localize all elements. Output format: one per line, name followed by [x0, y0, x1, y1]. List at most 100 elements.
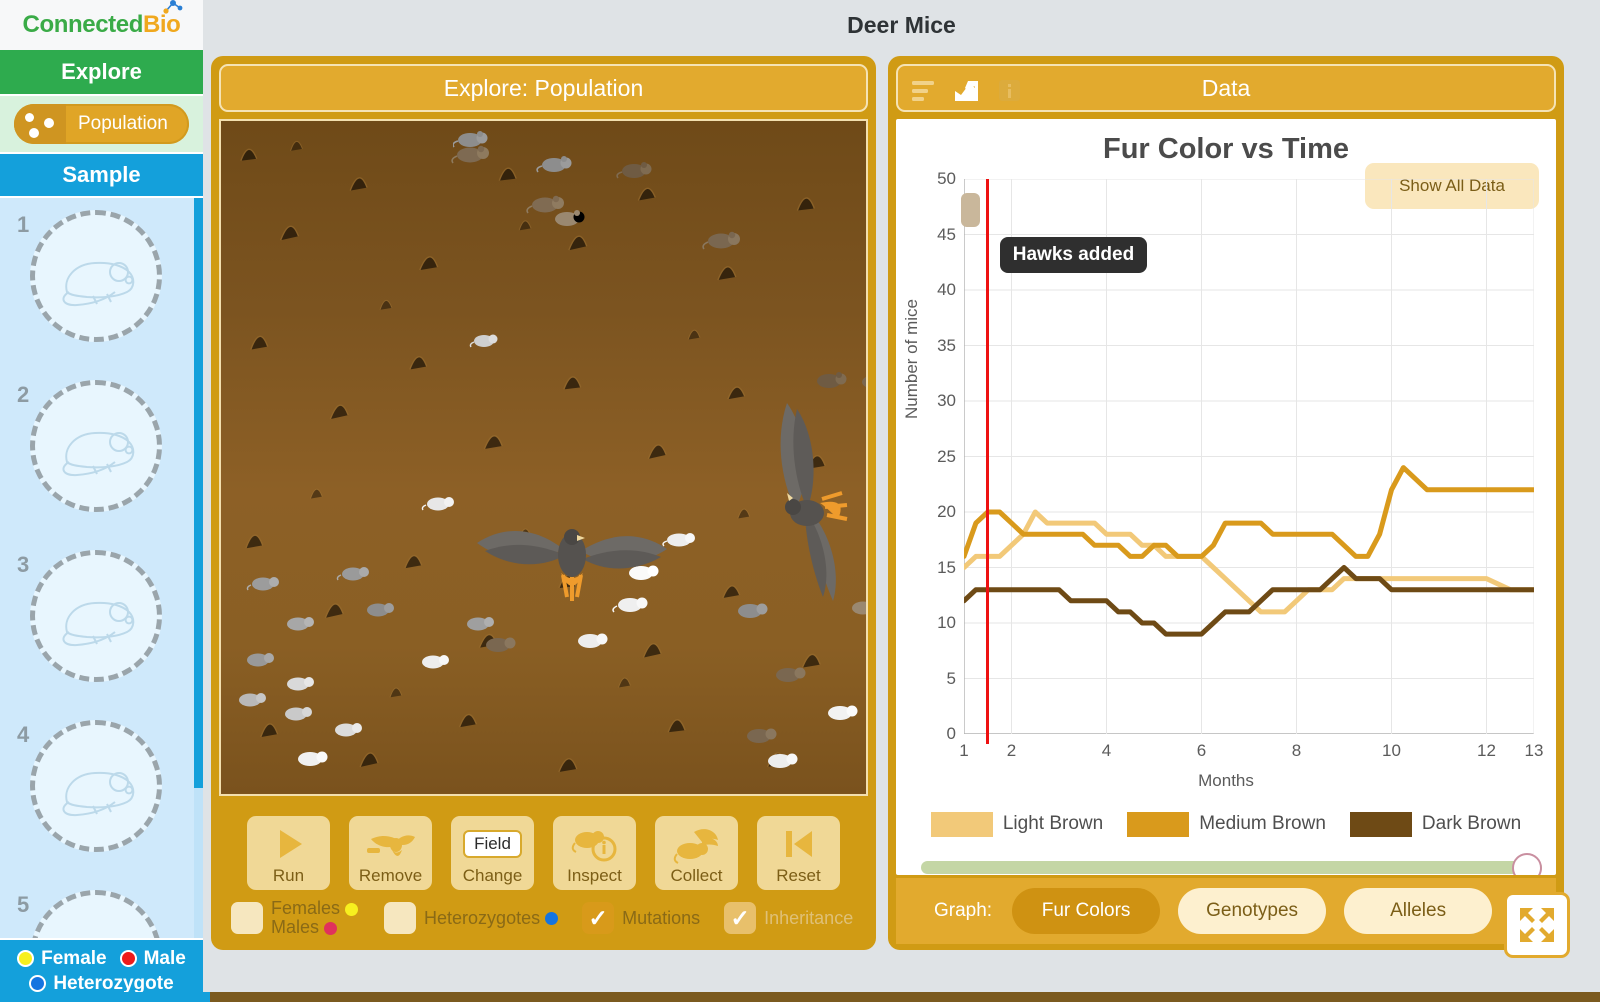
legend-item-light-brown[interactable]: Light Brown [930, 811, 1103, 837]
sidebar-item-explore[interactable]: Explore [0, 50, 203, 96]
change-environment-button[interactable]: Field Change [451, 815, 534, 890]
mouse-sprite[interactable] [416, 651, 456, 671]
inspect-mouse-info-icon [553, 822, 636, 866]
range-drag-handle[interactable] [961, 193, 980, 227]
checkbox-females-males[interactable] [231, 902, 263, 934]
list-item[interactable]: 1 [0, 198, 203, 368]
expand-button[interactable] [1504, 892, 1570, 958]
mouse-sprite[interactable] [479, 633, 523, 655]
chart-plot-area[interactable]: Hawks added 0 5 10 15 20 25 30 35 40 45 50 1 2 4 6 8 10 1… [937, 169, 1543, 760]
remove-hawk-button[interactable]: Remove [349, 815, 432, 890]
mouse-sprite[interactable] [536, 153, 578, 175]
mouse-sprite[interactable] [740, 724, 784, 746]
sample-slot[interactable] [30, 720, 162, 852]
mouse-sprite[interactable] [233, 689, 273, 709]
check-mark-icon: ✓ [730, 904, 750, 931]
x-axis-tick: 10 [1382, 741, 1401, 760]
info-view-icon[interactable] [996, 77, 1023, 104]
sample-number: 4 [17, 722, 30, 747]
legend-label: Dark Brown [1421, 813, 1522, 834]
y-axis-tick: 30 [937, 391, 956, 410]
graph-button-label: Genotypes [1206, 900, 1299, 921]
mouse-sprite[interactable] [821, 701, 865, 723]
table-view-icon[interactable] [910, 77, 937, 104]
mouse-sprite[interactable] [281, 613, 321, 633]
checkbox-heterozygotes[interactable] [384, 902, 417, 934]
x-axis-tick: 1 [959, 741, 969, 760]
sidebar-item-population[interactable]: Population [14, 104, 189, 144]
graph-button-genotypes[interactable]: Genotypes [1178, 888, 1327, 934]
reset-button[interactable]: Reset [757, 815, 840, 890]
mouse-outline-icon [62, 261, 135, 307]
population-dots-icon [14, 104, 66, 144]
list-item[interactable]: 2 [0, 368, 203, 538]
data-panel: Data Fur Color vs Time Show All Data Num… [888, 56, 1570, 958]
legend-swatch [1349, 811, 1412, 837]
legend-female-label: Female [41, 947, 107, 969]
mouse-sprite[interactable] [336, 563, 376, 583]
mouse-sprite[interactable] [281, 673, 321, 693]
sample-number: 2 [17, 382, 30, 407]
mouse-sprite[interactable] [361, 599, 401, 619]
mouse-outline-icon [62, 601, 135, 647]
mouse-sprite[interactable] [421, 493, 461, 513]
mouse-sprite[interactable] [761, 749, 805, 771]
run-button[interactable]: Run [247, 815, 330, 890]
sample-slot[interactable] [30, 210, 162, 342]
mouse-sprite[interactable] [329, 719, 369, 739]
y-axis-tick: 5 [946, 668, 956, 688]
inspect-button[interactable]: Inspect [553, 815, 636, 890]
checkbox-inheritance[interactable]: ✓ [724, 902, 757, 934]
mouse-sprite[interactable] [811, 369, 853, 391]
mouse-sprite[interactable] [291, 747, 335, 769]
graph-button-alleles[interactable]: Alleles [1344, 888, 1493, 934]
legend-swatch [1127, 811, 1190, 837]
mouse-outline-icon [62, 431, 135, 477]
legend-swatch [930, 811, 993, 837]
chart-view-icon[interactable] [953, 77, 980, 104]
mouse-sprite[interactable] [241, 649, 281, 669]
slider-track[interactable] [921, 861, 1542, 874]
heterozygotes-label: Heterozygotes [424, 907, 541, 928]
legend-item-dark-brown[interactable]: Dark Brown [1349, 811, 1522, 837]
mouse-sprite[interactable] [549, 207, 591, 229]
mouse-sprite[interactable] [571, 629, 615, 651]
mouse-sprite[interactable] [451, 143, 497, 165]
hawk-sprite[interactable] [465, 491, 680, 621]
mouse-sprite[interactable] [246, 573, 286, 593]
y-axis-tick: 35 [937, 335, 956, 355]
list-item[interactable]: 4 [0, 708, 203, 878]
mouse-sprite[interactable] [279, 703, 319, 723]
inspect-label: Inspect [567, 865, 622, 885]
sample-slot[interactable] [30, 550, 162, 682]
time-range-slider[interactable] [921, 853, 1542, 875]
mouse-sprite[interactable] [469, 331, 503, 349]
sidebar-scroll-thumb[interactable] [194, 198, 203, 788]
expand-arrows-icon [1520, 908, 1554, 942]
explore-label: Explore [61, 59, 142, 84]
checkbox-mutations[interactable]: ✓ [582, 902, 615, 934]
slider-knob[interactable] [1512, 853, 1542, 875]
mouse-sprite[interactable] [616, 159, 658, 181]
sidebar-scrollbar[interactable] [194, 198, 203, 958]
x-axis-tick: 6 [1196, 741, 1207, 760]
population-field[interactable] [219, 119, 868, 796]
legend-item-medium-brown[interactable]: Medium Brown [1127, 811, 1326, 837]
collect-button[interactable]: Collect [655, 815, 738, 890]
brand-part2: Bio [142, 11, 181, 38]
sample-slot[interactable] [30, 380, 162, 512]
hawk-sprite[interactable] [715, 391, 868, 626]
sidebar: Explore Population Sample 1 2 3 4 5 Fema… [0, 50, 203, 1002]
mouse-sprite[interactable] [856, 371, 868, 391]
play-icon [247, 822, 330, 866]
chart-title: Fur Color vs Time [1102, 133, 1350, 165]
graph-button-fur-colors[interactable]: Fur Colors [1012, 888, 1161, 934]
mouse-sprite[interactable] [701, 229, 749, 251]
list-item[interactable]: 3 [0, 538, 203, 708]
legend-male-label: Male [143, 947, 186, 969]
brand-logo[interactable]: ConnectedBio [0, 0, 203, 50]
y-axis-tick: 20 [937, 502, 956, 521]
mouse-sprite[interactable] [769, 663, 813, 685]
explore-panel-header: Explore: Population [219, 64, 868, 112]
sidebar-item-sample[interactable]: Sample [0, 152, 203, 198]
